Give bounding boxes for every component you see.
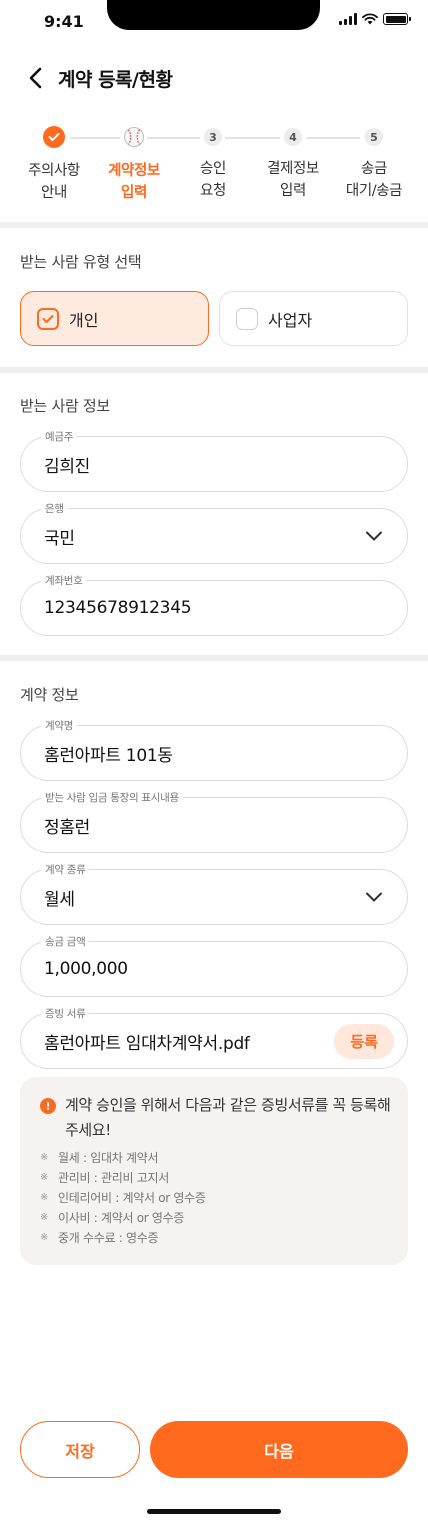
notice-list: ※ 월세 : 임대차 계약서 ※ 관리비 : 관리비 고지서 ※ 인테리어비 : 계약… — [40, 1148, 206, 1248]
field-label: 계좌번호 — [41, 573, 87, 588]
section-divider — [0, 655, 428, 661]
list-item: ※ 관리비 : 관리비 고지서 — [40, 1168, 206, 1188]
section-divider — [0, 222, 428, 228]
save-button[interactable]: 저장 — [20, 1421, 140, 1478]
notice-bullet: ※ — [40, 1152, 49, 1163]
field-label: 증빙 서류 — [41, 1006, 90, 1021]
notice-item-text: 인테리어비 : 계약서 or 영수증 — [58, 1191, 206, 1205]
list-item: ※ 인테리어비 : 계약서 or 영수증 — [40, 1188, 206, 1208]
field-label: 은행 — [41, 501, 68, 516]
contract-name-field[interactable]: 계약명 홈런아파트 101동 — [20, 718, 408, 781]
notice-bullet: ※ — [40, 1212, 49, 1223]
section-divider — [0, 367, 428, 373]
step-label: 주의사항 안내 — [28, 163, 80, 201]
list-item: ※ 이사비 : 계약서 or 영수증 — [40, 1208, 206, 1228]
field-value: 김희진 — [44, 456, 91, 477]
step-label: 결제정보 입력 — [267, 161, 319, 199]
step-label-active: 계약정보 입력 — [108, 163, 160, 201]
type-option-individual[interactable]: 개인 — [20, 291, 209, 346]
step-current-marker — [123, 126, 145, 148]
type-option-business[interactable]: 사업자 — [219, 291, 408, 346]
signal-icon — [339, 13, 357, 25]
page-title: 계약 등록/현황 — [58, 69, 173, 91]
step-transfer: 5 송금 대기/송금 — [334, 126, 414, 202]
field-label: 송금 금액 — [41, 934, 90, 949]
step-payment: 4 결제정보 입력 — [253, 126, 333, 202]
amount-field[interactable]: 송금 금액 1,000,000 — [20, 934, 408, 997]
notice-bullet: ※ — [40, 1192, 49, 1203]
field-value: 월세 — [44, 889, 75, 910]
field-value: 홈런아파트 101동 — [44, 745, 173, 766]
display-text-field[interactable]: 받는 사람 입금 통장의 표시내용 정홈런 — [20, 790, 408, 853]
type-option-label: 사업자 — [268, 310, 313, 330]
proof-document-field[interactable]: 증빙 서류 홈런아파트 임대차계약서.pdf 등록 — [20, 1006, 408, 1069]
section-title-contract-info: 계약 정보 — [20, 686, 79, 704]
field-label: 계약명 — [41, 718, 78, 733]
notice-item-text: 월세 : 임대차 계약서 — [58, 1151, 159, 1165]
notice-bullet: ※ — [40, 1232, 49, 1243]
checkbox-checked — [37, 307, 59, 330]
back-button[interactable] — [22, 64, 50, 92]
bank-select[interactable]: 은행 국민 — [20, 501, 408, 564]
section-title-recipient-info: 받는 사람 정보 — [20, 397, 110, 415]
step-approval: 3 승인 요청 — [173, 126, 253, 202]
status-time: 9:41 — [44, 12, 84, 31]
field-label: 계약 종류 — [41, 862, 90, 877]
field-value: 국민 — [44, 528, 75, 549]
type-option-label: 개인 — [69, 310, 99, 330]
notice-box: ! 계약 승인을 위해서 다음과 같은 증빙서류를 꼭 등록해 주세요! ※ 월세… — [20, 1077, 408, 1265]
status-icons — [339, 13, 411, 25]
chevron-down-icon — [366, 892, 382, 902]
field-label: 받는 사람 입금 통장의 표시내용 — [41, 790, 183, 805]
step-done-marker — [43, 126, 65, 148]
header: 계약 등록/현황 — [0, 56, 428, 100]
home-indicator — [147, 1509, 281, 1514]
progress-stepper: 주의사항 안내 계약정보 입력 3 승인 요청 4 결제정보 입력 5 송금 대… — [0, 126, 428, 210]
baseball-icon — [124, 127, 144, 147]
field-value: 1,000,000 — [44, 959, 128, 979]
field-value: 12345678912345 — [44, 598, 192, 618]
section-title-recipient-type: 받는 사람 유형 선택 — [20, 253, 142, 271]
status-bar: 9:41 — [0, 0, 428, 44]
battery-icon — [383, 13, 411, 25]
step-label: 승인 요청 — [200, 161, 226, 199]
notice-item-text: 이사비 : 계약서 or 영수증 — [58, 1211, 185, 1225]
wifi-icon — [362, 13, 378, 25]
next-button[interactable]: 다음 — [150, 1421, 408, 1478]
check-icon — [42, 314, 54, 323]
step-label: 송금 대기/송금 — [345, 161, 403, 199]
field-value: 정홈런 — [44, 817, 91, 838]
alert-icon: ! — [40, 1098, 56, 1114]
notice-title: 계약 승인을 위해서 다음과 같은 증빙서류를 꼭 등록해 주세요! — [65, 1096, 391, 1139]
register-document-button[interactable]: 등록 — [334, 1024, 394, 1059]
field-label: 예금주 — [41, 429, 78, 444]
notice-item-text: 중개 수수료 : 영수증 — [58, 1231, 159, 1245]
contract-type-select[interactable]: 계약 종류 월세 — [20, 862, 408, 925]
back-arrow-icon — [29, 67, 42, 89]
step-contract-info: 계약정보 입력 — [94, 126, 174, 204]
field-value: 홈런아파트 임대차계약서.pdf — [44, 1033, 250, 1054]
notice-bullet: ※ — [40, 1172, 49, 1183]
account-number-field[interactable]: 계좌번호 12345678912345 — [20, 573, 408, 636]
check-icon — [48, 133, 60, 141]
step-number: 5 — [365, 128, 383, 146]
step-number: 3 — [204, 128, 222, 146]
device-notch — [107, 0, 320, 30]
list-item: ※ 월세 : 임대차 계약서 — [40, 1148, 206, 1168]
list-item: ※ 중개 수수료 : 영수증 — [40, 1228, 206, 1248]
step-number: 4 — [284, 128, 302, 146]
chevron-down-icon — [366, 531, 382, 541]
checkbox-unchecked — [236, 307, 258, 330]
notice-item-text: 관리비 : 관리비 고지서 — [58, 1171, 169, 1185]
account-holder-field[interactable]: 예금주 김희진 — [20, 429, 408, 492]
step-notice: 주의사항 안내 — [14, 126, 94, 204]
